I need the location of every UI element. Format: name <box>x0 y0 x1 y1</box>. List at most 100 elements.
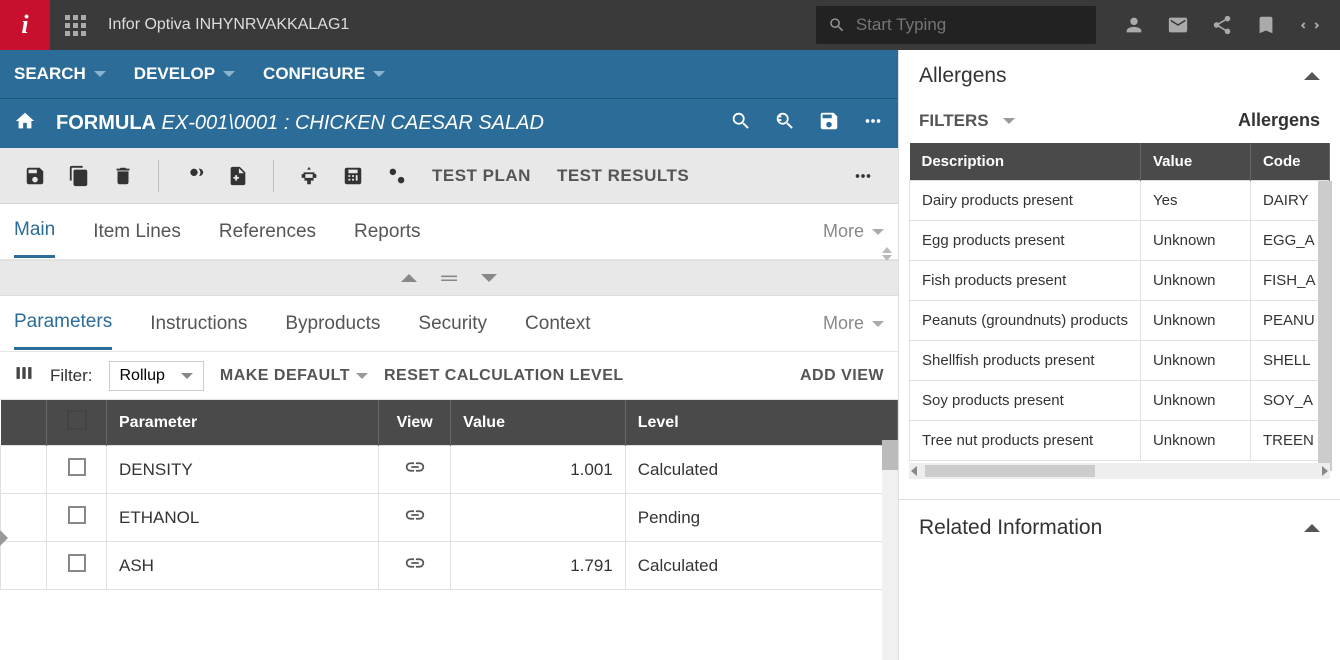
chevron-down-icon <box>94 71 106 77</box>
tab-context[interactable]: Context <box>525 299 590 349</box>
add-view-button[interactable]: ADD VIEW <box>800 367 884 385</box>
table-row[interactable]: Shellfish products present Unknown SHELL <box>910 341 1330 381</box>
vertical-scrollbar[interactable] <box>1318 181 1332 447</box>
column-header-code[interactable]: Code <box>1250 143 1329 181</box>
more-actions-icon[interactable] <box>1288 14 1332 36</box>
columns-icon[interactable] <box>14 363 34 388</box>
row-checkbox[interactable] <box>68 458 86 476</box>
allergens-panel-header[interactable]: Allergens <box>899 50 1340 102</box>
column-header-level[interactable]: Level <box>625 400 897 446</box>
view-link-icon[interactable] <box>379 542 451 590</box>
collapse-down-icon[interactable] <box>481 274 497 282</box>
scroll-left-icon[interactable] <box>911 466 917 476</box>
allergen-table: Description Value Code Dairy products pr… <box>909 143 1330 461</box>
new-button[interactable] <box>221 159 255 193</box>
allergen-value: Unknown <box>1140 301 1250 341</box>
user-icon[interactable] <box>1112 14 1156 36</box>
share-icon[interactable] <box>1200 14 1244 36</box>
filter-select[interactable]: Rollup <box>109 361 204 391</box>
table-row[interactable]: DENSITY 1.001 Calculated <box>1 446 898 494</box>
tab-instructions[interactable]: Instructions <box>150 299 247 349</box>
expand-handle-icon[interactable] <box>0 530 8 546</box>
allergens-category: Allergens <box>1238 110 1320 131</box>
tab-item-lines[interactable]: Item Lines <box>93 207 181 257</box>
column-header-view[interactable]: View <box>379 400 451 446</box>
app-launcher-icon[interactable] <box>50 15 100 36</box>
table-row[interactable]: Egg products present Unknown EGG_A <box>910 221 1330 261</box>
test-results-button[interactable]: TEST RESULTS <box>549 166 697 186</box>
tab-parameters[interactable]: Parameters <box>14 297 112 350</box>
view-link-icon[interactable] <box>379 446 451 494</box>
scroll-down-icon[interactable] <box>882 255 892 261</box>
save-button[interactable] <box>18 159 52 193</box>
table-row[interactable]: Dairy products present Yes DAIRY <box>910 181 1330 221</box>
column-header-value[interactable]: Value <box>451 400 626 446</box>
column-header-value[interactable]: Value <box>1140 143 1250 181</box>
header-search-icon[interactable] <box>730 110 752 137</box>
tab-security[interactable]: Security <box>418 299 487 349</box>
column-header-select[interactable] <box>47 400 107 446</box>
table-row[interactable]: ETHANOL Pending <box>1 494 898 542</box>
filter-icon[interactable] <box>774 110 796 137</box>
param-level: Calculated <box>625 446 897 494</box>
nav-configure[interactable]: CONFIGURE <box>263 64 385 84</box>
table-row[interactable]: Soy products present Unknown SOY_A <box>910 381 1330 421</box>
tabs-more[interactable]: More <box>823 221 884 242</box>
percent-button[interactable] <box>380 159 414 193</box>
subtabs-more[interactable]: More <box>823 313 884 334</box>
column-header-expand[interactable] <box>1 400 47 446</box>
param-name: ETHANOL <box>107 494 379 542</box>
filters-button[interactable]: FILTERS <box>919 111 1015 131</box>
copy-button[interactable] <box>62 159 96 193</box>
record-title: FORMULA EX-001\0001 : CHICKEN CAESAR SAL… <box>56 112 544 135</box>
row-checkbox[interactable] <box>68 554 86 572</box>
toolbar-overflow-icon[interactable] <box>846 159 880 193</box>
allergen-value: Unknown <box>1140 381 1250 421</box>
tab-main[interactable]: Main <box>14 205 55 258</box>
scroll-right-icon[interactable] <box>1322 466 1328 476</box>
global-search[interactable] <box>816 6 1096 44</box>
nav-develop[interactable]: DEVELOP <box>134 64 235 84</box>
main-tabs: Main Item Lines References Reports More <box>0 204 898 260</box>
tab-byproducts[interactable]: Byproducts <box>285 299 380 349</box>
table-row[interactable]: Tree nut products present Unknown TREEN <box>910 421 1330 461</box>
infor-logo[interactable]: i <box>0 0 50 50</box>
tab-reports[interactable]: Reports <box>354 207 421 257</box>
nav-search[interactable]: SEARCH <box>14 64 106 84</box>
allergen-value: Yes <box>1140 181 1250 221</box>
table-row[interactable]: Peanuts (groundnuts) products Unknown PE… <box>910 301 1330 341</box>
collapse-up-icon[interactable] <box>401 274 417 282</box>
related-info-header[interactable]: Related Information <box>899 499 1340 556</box>
horizontal-scrollbar[interactable] <box>909 463 1330 479</box>
tab-references[interactable]: References <box>219 207 316 257</box>
reset-calc-button[interactable]: RESET CALCULATION LEVEL <box>384 367 624 385</box>
collapse-mid-icon[interactable]: ═ <box>441 265 457 291</box>
make-default-button[interactable]: MAKE DEFAULT <box>220 367 368 385</box>
home-icon[interactable] <box>14 110 36 137</box>
parameter-table: Parameter View Value Level DENSITY 1.001… <box>0 400 898 660</box>
chevron-down-icon <box>1003 118 1015 124</box>
test-plan-button[interactable]: TEST PLAN <box>424 166 539 186</box>
delete-button[interactable] <box>106 159 140 193</box>
find-button[interactable] <box>177 159 211 193</box>
side-panel: Allergens FILTERS Allergens Description … <box>898 50 1340 660</box>
column-header-parameter[interactable]: Parameter <box>107 400 379 446</box>
chevron-up-icon <box>1304 524 1320 532</box>
select-all-checkbox[interactable] <box>67 410 87 430</box>
hierarchy-button[interactable] <box>292 159 326 193</box>
save-icon[interactable] <box>818 110 840 137</box>
view-link-icon[interactable] <box>379 494 451 542</box>
overflow-icon[interactable] <box>862 110 884 137</box>
row-checkbox[interactable] <box>68 506 86 524</box>
mail-icon[interactable] <box>1156 14 1200 36</box>
bookmark-icon[interactable] <box>1244 14 1288 36</box>
table-row[interactable]: ASH 1.791 Calculated <box>1 542 898 590</box>
search-input[interactable] <box>856 15 1084 35</box>
column-header-description[interactable]: Description <box>910 143 1141 181</box>
chevron-down-icon <box>872 229 884 235</box>
scroll-up-icon[interactable] <box>882 247 892 253</box>
calculate-button[interactable] <box>336 159 370 193</box>
table-row[interactable]: Fish products present Unknown FISH_A <box>910 261 1330 301</box>
primary-nav: SEARCH DEVELOP CONFIGURE <box>0 50 898 98</box>
vertical-scrollbar[interactable] <box>882 440 898 660</box>
